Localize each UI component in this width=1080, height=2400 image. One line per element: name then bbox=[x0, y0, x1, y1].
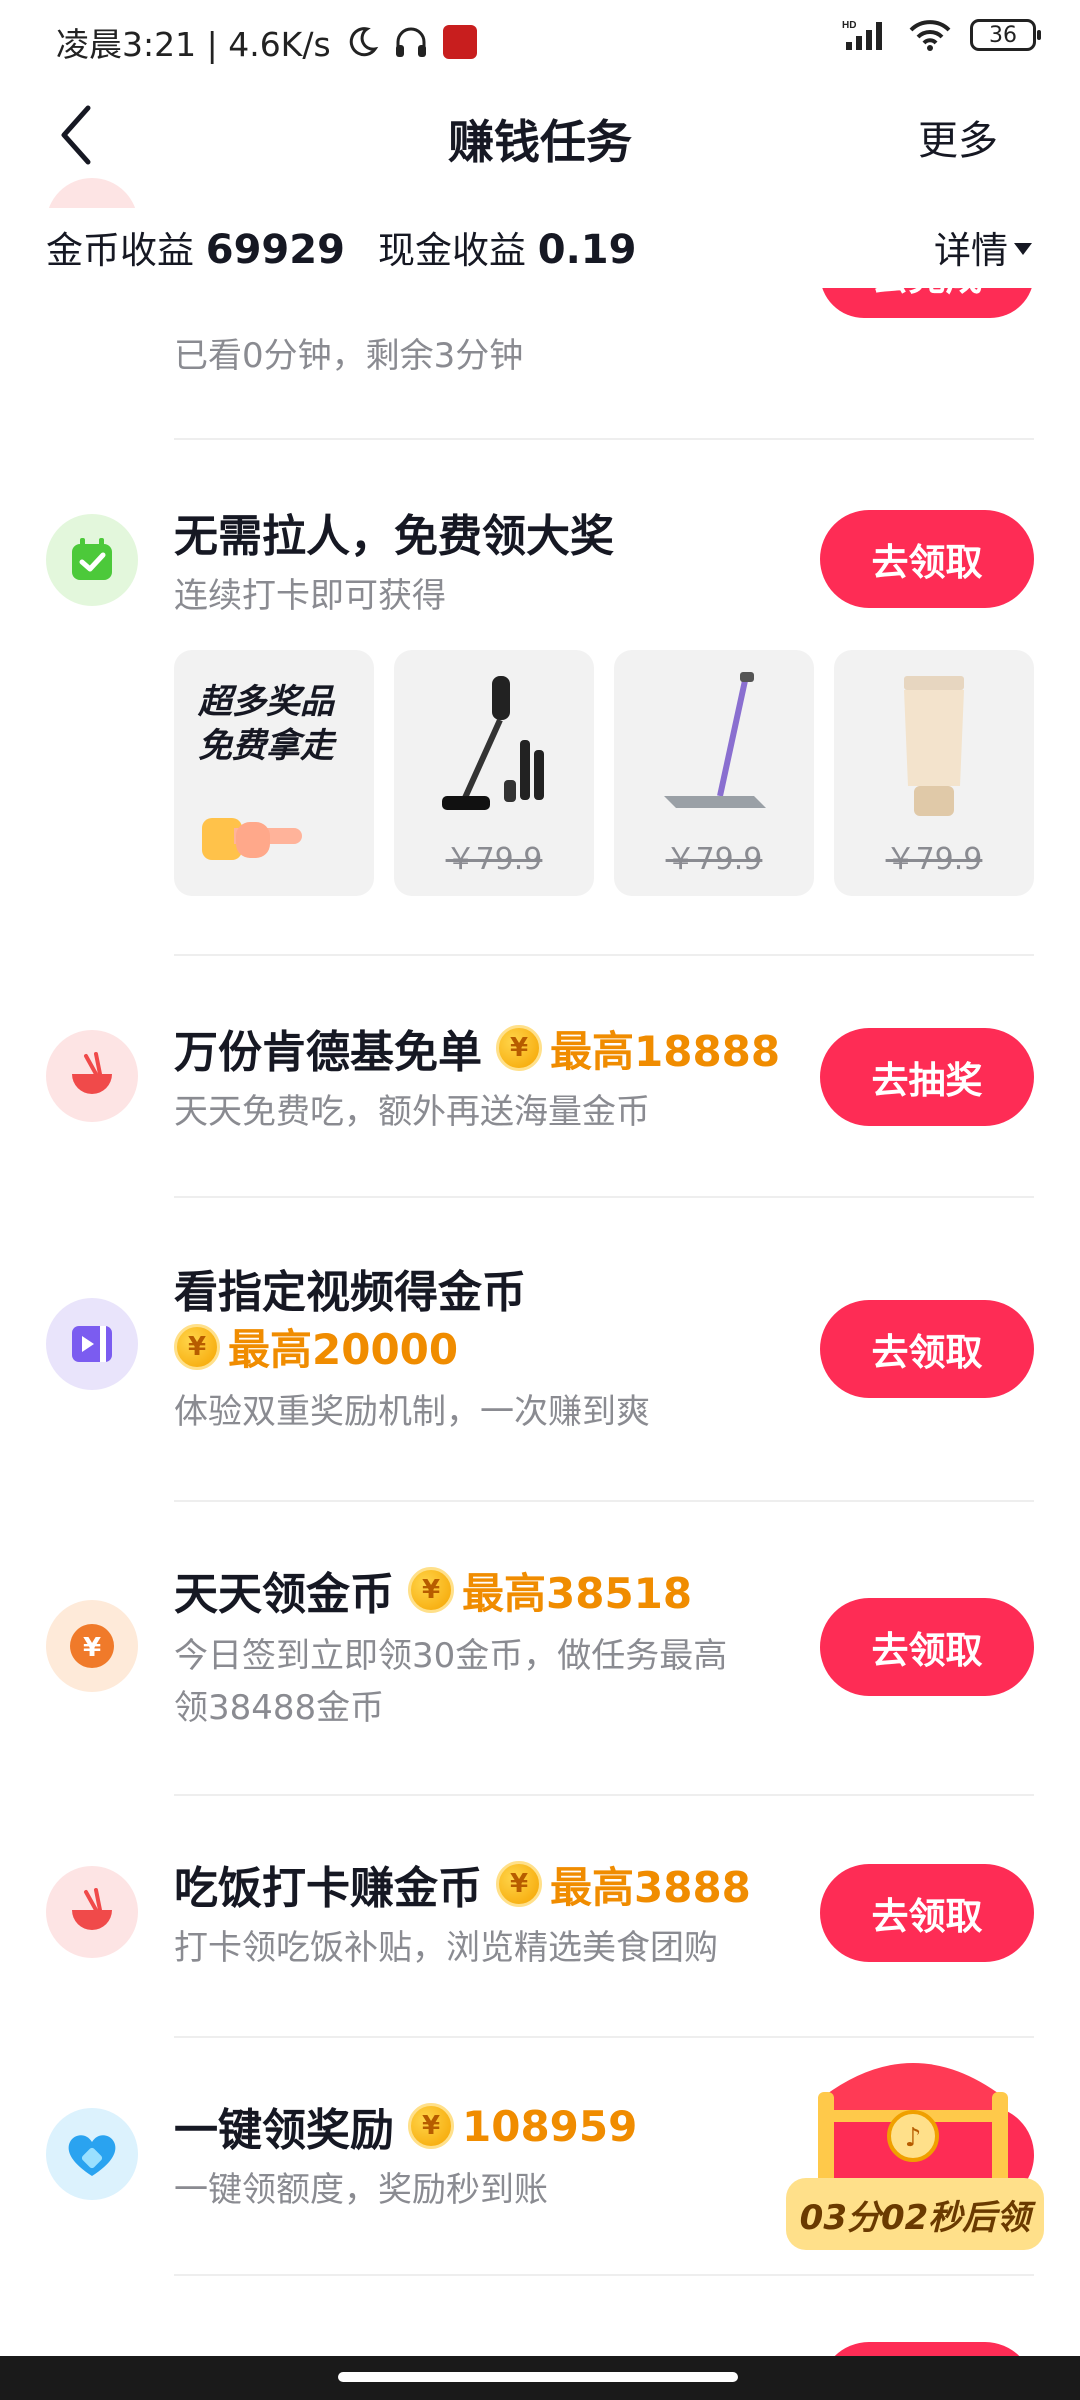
prize-carousel: 超多奖品 免费拿走 ￥79.9 ￥79.9 ￥79.9 bbox=[174, 650, 1034, 896]
signal-icon: HD bbox=[842, 20, 882, 50]
battery-icon: 36 bbox=[970, 19, 1041, 51]
prize-card-mop[interactable]: ￥79.9 bbox=[614, 650, 814, 896]
task-title-text: 天天领金币 bbox=[174, 1569, 394, 1620]
prize-price: ￥79.9 bbox=[445, 842, 543, 877]
task-title: 看指定视频得金币 bbox=[174, 1267, 526, 1318]
reward-amount: ¥ 最高38518 bbox=[408, 1560, 692, 1621]
task-title-text: 一键领奖励 bbox=[174, 2105, 394, 2156]
status-bar: 凌晨3:21 | 4.6K/s HD 36 bbox=[0, 0, 1080, 78]
task-action-button[interactable]: 去领取 bbox=[820, 1300, 1034, 1398]
cream-tube-image bbox=[904, 676, 964, 816]
promo-line: 超多奖品 bbox=[198, 682, 334, 722]
divider bbox=[174, 954, 1034, 956]
coin-icon: ¥ bbox=[496, 1025, 542, 1071]
task-subtitle: 天天免费吃，额外再送海量金币 bbox=[174, 1092, 650, 1132]
divider bbox=[174, 438, 1034, 440]
vacuum-image bbox=[442, 676, 544, 810]
bowl-icon bbox=[46, 1866, 138, 1958]
headphones-icon bbox=[395, 27, 426, 57]
task-subtitle: 打卡领吃饭补贴，浏览精选美食团购 bbox=[174, 1928, 718, 1968]
coin-icon: ¥ bbox=[496, 1861, 542, 1907]
chest-countdown: 03分02秒后领 bbox=[786, 2178, 1044, 2250]
yuan-coin-icon: ¥ bbox=[46, 1600, 138, 1692]
task-title: 万份肯德基免单 ¥ 最高18888 bbox=[174, 1016, 780, 1080]
promo-card[interactable]: 超多奖品 免费拿走 bbox=[174, 650, 374, 896]
task-title-text: 万份肯德基免单 bbox=[174, 1027, 482, 1078]
task-subtitle: 今日签到立即领30金币，做任务最高 领38488金币 bbox=[174, 1636, 728, 1728]
task-action-button[interactable]: 去抽奖 bbox=[820, 1028, 1034, 1126]
task-action-button[interactable]: 去领取 bbox=[820, 1598, 1034, 1696]
reward-amount: ¥ 最高20000 bbox=[174, 1316, 458, 1377]
svg-text:♪: ♪ bbox=[905, 2123, 922, 2153]
svg-text:HD: HD bbox=[842, 20, 856, 31]
coin-icon: ¥ bbox=[408, 2103, 454, 2149]
caret-down-icon bbox=[1014, 243, 1032, 255]
svg-text:¥: ¥ bbox=[83, 1633, 101, 1663]
task-title: 天天领金币 ¥ 最高38518 bbox=[174, 1558, 692, 1622]
details-dropdown[interactable]: 详情 bbox=[934, 220, 1032, 274]
coin-earnings-label: 金币收益 bbox=[46, 229, 194, 272]
app-notification-icon bbox=[442, 25, 477, 59]
divider bbox=[174, 1500, 1034, 1502]
task-subtitle: 一键领额度，奖励秒到账 bbox=[174, 2170, 548, 2210]
promo-line: 免费拿走 bbox=[198, 726, 334, 766]
bowl-icon bbox=[46, 1030, 138, 1122]
cash-earnings-value: 0.19 bbox=[537, 227, 637, 273]
moon-icon bbox=[349, 27, 378, 57]
task-title: 一键领奖励 ¥108959 bbox=[174, 2094, 637, 2158]
status-time: 凌晨3:21 | 4.6K/s bbox=[56, 25, 331, 64]
task-subtitle: 体验双重奖励机制，一次赚到爽 bbox=[174, 1392, 650, 1432]
earnings-summary: 金币收益 69929 现金收益 0.19 详情 bbox=[0, 208, 1080, 288]
divider bbox=[174, 1794, 1034, 1796]
reward-amount: ¥108959 bbox=[408, 2102, 637, 2151]
details-label: 详情 bbox=[934, 229, 1008, 272]
heart-icon bbox=[46, 2108, 138, 2200]
task-title: 吃饭打卡赚金币 ¥ 最高3888 bbox=[174, 1852, 751, 1916]
mop-image bbox=[664, 672, 766, 808]
nav-bar: 赚钱任务 更多 bbox=[0, 80, 1080, 190]
coin-icon: ¥ bbox=[408, 1567, 454, 1613]
task-subtitle: 已看0分钟，剩余3分钟 bbox=[174, 336, 524, 376]
reward-row: ¥ 最高20000 bbox=[174, 1316, 458, 1377]
divider bbox=[174, 1196, 1034, 1198]
pointing-hand-icon bbox=[202, 818, 302, 860]
cash-earnings-label: 现金收益 bbox=[378, 229, 526, 272]
divider bbox=[174, 2274, 1034, 2276]
task-title-text: 吃饭打卡赚金币 bbox=[174, 1863, 482, 1914]
calendar-check-icon bbox=[46, 514, 138, 606]
system-nav-bar bbox=[0, 2356, 1080, 2400]
prize-price: ￥79.9 bbox=[885, 842, 983, 877]
task-title: 无需拉人，免费领大奖 bbox=[174, 511, 614, 562]
prize-card-vacuum[interactable]: ￥79.9 bbox=[394, 650, 594, 896]
task-subtitle: 连续打卡即可获得 bbox=[174, 576, 446, 616]
task-action-button[interactable]: 去领取 bbox=[820, 1864, 1034, 1962]
video-icon bbox=[46, 1298, 138, 1390]
reward-amount: ¥ 最高18888 bbox=[496, 1018, 780, 1079]
reward-amount: ¥ 最高3888 bbox=[496, 1854, 751, 1915]
coin-earnings: 金币收益 69929 bbox=[46, 220, 345, 274]
prize-card-cream[interactable]: ￥79.9 bbox=[834, 650, 1034, 896]
prize-price: ￥79.9 bbox=[665, 842, 763, 877]
more-button[interactable]: 更多 bbox=[918, 108, 998, 166]
coin-earnings-value: 69929 bbox=[205, 227, 345, 273]
cash-earnings: 现金收益 0.19 bbox=[378, 220, 636, 274]
wifi-icon bbox=[909, 20, 951, 51]
coin-icon: ¥ bbox=[174, 1323, 220, 1370]
task-action-button[interactable]: 去领取 bbox=[820, 510, 1034, 608]
home-indicator[interactable] bbox=[338, 2372, 738, 2382]
